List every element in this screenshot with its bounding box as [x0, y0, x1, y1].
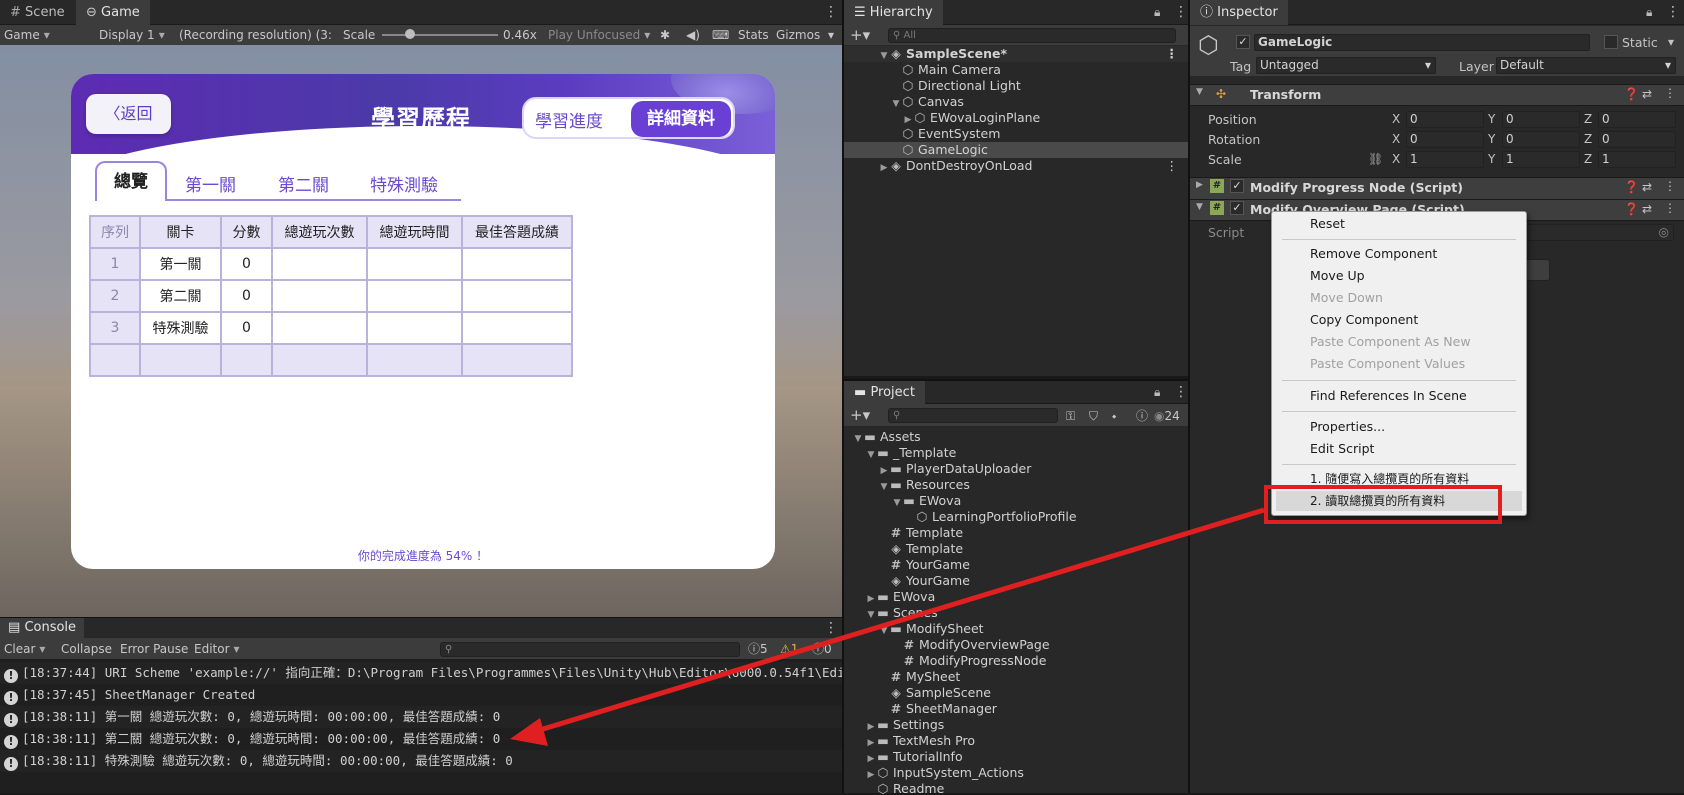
- annotation-arrow: [510, 507, 1265, 746]
